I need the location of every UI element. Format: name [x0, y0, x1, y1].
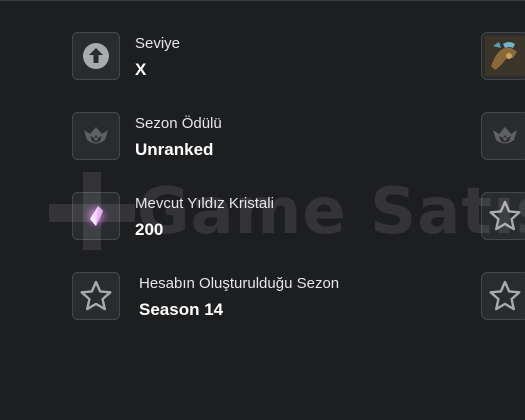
- star-outline-icon: [80, 280, 112, 311]
- champion-portrait-icon: [485, 36, 525, 76]
- unranked-emblem-icon: [84, 127, 108, 144]
- level-stat: Seviye X: [135, 35, 180, 81]
- season-reward-icon-box: [72, 112, 120, 160]
- level-icon-box: [72, 32, 120, 80]
- star-crystal-label: Mevcut Yıldız Kristali: [135, 195, 274, 212]
- star-outline-icon: [489, 200, 521, 231]
- star-crystal-stat: Mevcut Yıldız Kristali 200: [135, 195, 274, 241]
- account-stats-panel: Seviye X Sezon Ödülü Unranked Mevcut Yıl…: [0, 0, 525, 420]
- star-crystal-icon: [83, 203, 109, 229]
- right-icon-box-3: [481, 192, 525, 240]
- unranked-emblem-icon: [493, 127, 517, 144]
- created-season-stat: Hesabın Oluşturulduğu Sezon Season 14: [139, 275, 339, 321]
- right-icon-box-2: [481, 112, 525, 160]
- season-reward-label: Sezon Ödülü: [135, 115, 222, 132]
- star-crystal-value: 200: [135, 220, 164, 239]
- arrow-up-circle-icon: [83, 43, 109, 69]
- created-season-label: Hesabın Oluşturulduğu Sezon: [139, 275, 340, 292]
- season-reward-value: Unranked: [135, 140, 214, 159]
- level-label: Seviye: [135, 35, 181, 52]
- created-season-icon-box: [72, 272, 120, 320]
- created-season-value: Season 14: [139, 300, 224, 319]
- level-value: X: [135, 60, 147, 79]
- season-reward-stat: Sezon Ödülü Unranked: [135, 115, 222, 161]
- right-icon-box-1: [481, 32, 525, 80]
- star-outline-icon: [489, 280, 521, 311]
- top-divider: [0, 0, 525, 1]
- right-icon-box-4: [481, 272, 525, 320]
- star-crystal-icon-box: [72, 192, 120, 240]
